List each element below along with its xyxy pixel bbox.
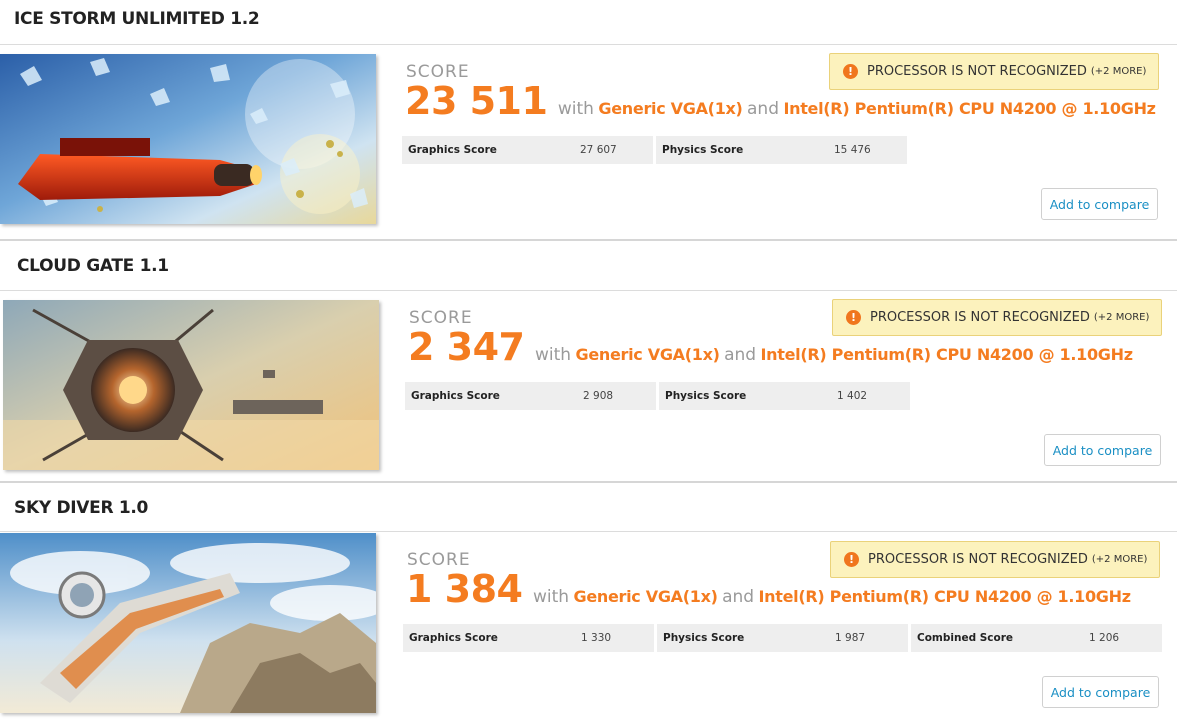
- subscore-name: Physics Score: [665, 390, 747, 402]
- with-text: with: [557, 99, 594, 119]
- subscore-cell: Physics Score 1 987: [657, 624, 908, 652]
- subscore-value: 1 987: [835, 632, 866, 644]
- subscore-name: Graphics Score: [409, 632, 498, 644]
- and-text: and: [722, 587, 755, 607]
- gpu-name: Generic VGA(1x): [598, 99, 743, 118]
- subscore-cell: Graphics Score 1 330: [403, 624, 654, 652]
- subscore-name: Graphics Score: [408, 144, 497, 156]
- benchmark-title: ICE STORM UNLIMITED 1.2: [14, 9, 260, 29]
- subscore-cell: Physics Score 15 476: [656, 136, 907, 164]
- subscore-value: 2 908: [583, 390, 614, 402]
- subscore-value: 15 476: [834, 144, 871, 156]
- benchmark-thumbnail: [3, 300, 379, 470]
- gpu-name: Generic VGA(1x): [575, 345, 720, 364]
- benchmark-thumbnail: [0, 54, 376, 224]
- subscore-name: Graphics Score: [411, 390, 500, 402]
- warning-text: PROCESSOR IS NOT RECOGNIZED: [870, 310, 1090, 325]
- subscore-cell: Graphics Score 27 607: [402, 136, 653, 164]
- overall-score: 1 384: [406, 567, 523, 611]
- subscore-value: 1 402: [837, 390, 868, 402]
- warning-icon: !: [846, 310, 861, 325]
- subscore-cell: Graphics Score 2 908: [405, 382, 656, 410]
- warning-more: (+2 MORE): [1093, 312, 1150, 323]
- warning-icon: !: [843, 64, 858, 79]
- with-text: with: [532, 587, 570, 607]
- cpu-name: Intel(R) Pentium(R) CPU N4200 @ 1.10GHz: [758, 587, 1132, 606]
- warning-more: (+2 MORE): [1090, 66, 1147, 77]
- and-text: and: [724, 345, 757, 365]
- subscore-name: Physics Score: [663, 632, 745, 644]
- processor-warning: ! PROCESSOR IS NOT RECOGNIZED (+2 MORE): [830, 541, 1160, 578]
- add-to-compare-button[interactable]: Add to compare: [1044, 434, 1161, 466]
- subscore-value: 27 607: [580, 144, 617, 156]
- subscore-value: 1 330: [581, 632, 612, 644]
- benchmark-title: CLOUD GATE 1.1: [17, 256, 169, 276]
- warning-text: PROCESSOR IS NOT RECOGNIZED: [867, 64, 1087, 79]
- add-to-compare-button[interactable]: Add to compare: [1042, 676, 1159, 708]
- subscore-name: Combined Score: [917, 632, 1014, 644]
- divider: [0, 290, 1177, 291]
- overall-score: 23 511: [405, 79, 548, 123]
- benchmark-thumbnail: [0, 533, 376, 713]
- section-separator: [0, 239, 1177, 241]
- subscore-table: Graphics Score 27 607 Physics Score 15 4…: [402, 136, 907, 164]
- gpu-name: Generic VGA(1x): [573, 587, 718, 606]
- overall-score: 2 347: [408, 325, 525, 369]
- processor-warning: ! PROCESSOR IS NOT RECOGNIZED (+2 MORE): [829, 53, 1159, 90]
- warning-text: PROCESSOR IS NOT RECOGNIZED: [868, 552, 1088, 567]
- warning-icon: !: [844, 552, 859, 567]
- cpu-name: Intel(R) Pentium(R) CPU N4200 @ 1.10GHz: [783, 99, 1156, 118]
- subscore-table: Graphics Score 2 908 Physics Score 1 402: [405, 382, 910, 410]
- subscore-cell: Combined Score 1 206: [911, 624, 1162, 652]
- cpu-name: Intel(R) Pentium(R) CPU N4200 @ 1.10GHz: [760, 345, 1134, 364]
- subscore-table: Graphics Score 1 330 Physics Score 1 987…: [403, 624, 1162, 652]
- subscore-value: 1 206: [1089, 632, 1120, 644]
- warning-more: (+2 MORE): [1091, 554, 1148, 565]
- benchmark-title: SKY DIVER 1.0: [14, 498, 149, 518]
- processor-warning: ! PROCESSOR IS NOT RECOGNIZED (+2 MORE): [832, 299, 1162, 336]
- divider: [0, 44, 1177, 45]
- subscore-name: Physics Score: [662, 144, 744, 156]
- add-to-compare-button[interactable]: Add to compare: [1041, 188, 1158, 220]
- divider: [0, 531, 1177, 532]
- section-separator: [0, 481, 1177, 483]
- subscore-cell: Physics Score 1 402: [659, 382, 910, 410]
- with-text: with: [534, 345, 572, 365]
- and-text: and: [747, 99, 779, 119]
